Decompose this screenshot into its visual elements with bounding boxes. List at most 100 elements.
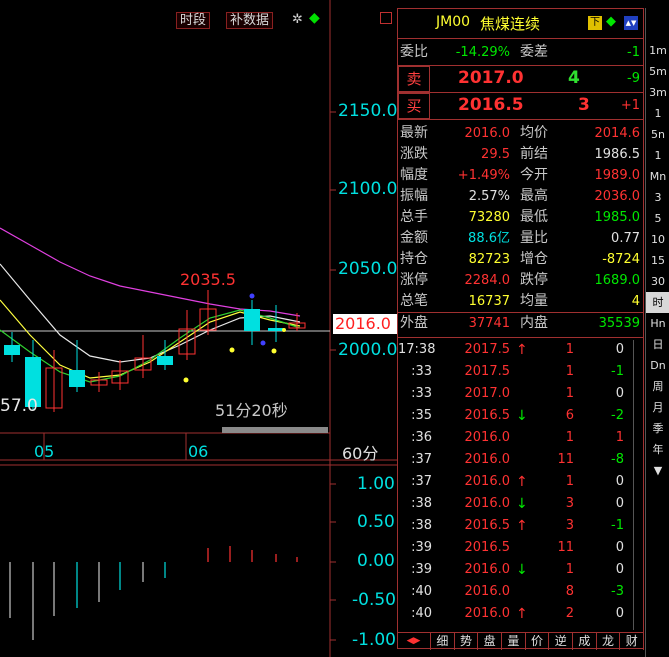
tick-row: :38 2016.5 ↑ 3 -1 [398, 515, 643, 537]
sidebar-period-item[interactable]: 1 [646, 103, 669, 124]
tick-time: :39 [411, 540, 432, 555]
countdown-label: 51分20秒 [215, 401, 288, 420]
sub-y-tick-neg1: -1.00 [352, 630, 396, 650]
contract-code: JM00 [436, 14, 471, 30]
up-arrow-icon: ↑ [516, 342, 528, 358]
waipan-row: 外盘 37741 内盘 35539 [398, 313, 643, 334]
stat-row: 涨跌 29.5 前结 1986.5 [398, 144, 643, 165]
tick-change: 1 [615, 430, 624, 445]
sidebar-period-item[interactable]: 1 [646, 145, 669, 166]
tick-change: -1 [611, 518, 624, 533]
stat-label: 总手 [400, 209, 428, 225]
weibi-row: 委比 -14.29% 委差 -1 [398, 42, 643, 63]
tick-change: -8 [611, 452, 624, 467]
tick-time: :40 [411, 606, 432, 621]
y-tick-2100: 2100.0 [338, 179, 398, 199]
stat-value: 2284.0 [464, 273, 511, 288]
sidebar-period-item[interactable]: 15 [646, 250, 669, 271]
sell-price: 2017.0 [458, 68, 524, 88]
sub-y-tick-1: 1.00 [357, 474, 395, 494]
stat-value: 16737 [468, 294, 510, 309]
stat-row: 幅度 +1.49% 今开 1989.0 [398, 165, 643, 186]
contract-name: 焦煤连续 [480, 15, 541, 33]
tick-row: :39 2016.5 11 0 [398, 537, 643, 559]
sidebar-period-item[interactable]: 月 [646, 397, 669, 418]
tick-scrollbar[interactable] [633, 340, 641, 630]
stat-value: 2016.0 [464, 126, 511, 141]
sidebar-period-item[interactable]: 季 [646, 418, 669, 439]
stat-row: 金额 88.6亿 量比 0.77 [398, 228, 643, 249]
sidebar-period-item[interactable]: 周 [646, 376, 669, 397]
y-tick-2050: 2050.0 [338, 259, 398, 279]
sidebar-period-item[interactable]: Hn [646, 313, 669, 334]
sidebar-period-item[interactable]: 3m [646, 82, 669, 103]
tick-change: 0 [615, 342, 624, 357]
stat-label: 总笔 [400, 293, 428, 309]
bottom-tab[interactable]: ◀▶ [397, 633, 431, 650]
sidebar-period-item[interactable]: 1m [646, 40, 669, 61]
stat-label: 最低 [520, 209, 548, 225]
bottom-tab[interactable]: 龙 [597, 633, 621, 650]
stat-row: 持仓 82723 增仓 -8724 [398, 249, 643, 270]
bottom-tab[interactable]: 量 [502, 633, 526, 650]
sidebar-period-item[interactable]: 30 [646, 271, 669, 292]
stat-label: 幅度 [400, 167, 428, 183]
bottom-tab[interactable]: 盘 [478, 633, 503, 650]
bottom-tab[interactable]: 成 [573, 633, 597, 650]
sell-change: -9 [627, 71, 640, 86]
sidebar-period-item[interactable]: 3 [646, 187, 669, 208]
bottom-tab[interactable]: 细 [431, 633, 455, 650]
tick-price: 2016.0 [464, 430, 511, 445]
tick-price: 2017.5 [464, 364, 511, 379]
buy-price: 2016.5 [458, 95, 524, 115]
bottom-tab[interactable]: 财 [620, 633, 645, 650]
sidebar-period-item[interactable]: 5 [646, 208, 669, 229]
diamond-icon[interactable]: ◆ [606, 14, 616, 29]
stat-label: 均价 [520, 125, 548, 141]
timeframe-label[interactable]: 60分 [342, 440, 378, 464]
sidebar-period-item[interactable]: 5n [646, 124, 669, 145]
stat-label: 涨停 [400, 272, 428, 288]
sort-icon[interactable]: ▲▼ [624, 16, 638, 30]
sidebar-period-item[interactable]: 时 [646, 292, 669, 313]
sidebar-period-item[interactable]: 5m [646, 61, 669, 82]
up-arrow-icon: ↑ [516, 474, 528, 490]
stat-label: 振幅 [400, 188, 428, 204]
bottom-tab[interactable]: 价 [526, 633, 550, 650]
y-tick-2150: 2150.0 [338, 101, 398, 121]
stat-value: 1985.0 [594, 210, 641, 225]
stat-label: 金额 [400, 230, 428, 246]
tick-volume: 3 [565, 496, 574, 511]
y-tick-2000: 2000.0 [338, 340, 398, 360]
sidebar-period-item[interactable]: Dn [646, 355, 669, 376]
sidebar-period-item[interactable]: Mn [646, 166, 669, 187]
tick-change: 0 [615, 496, 624, 511]
sidebar-period-item[interactable]: 年 [646, 439, 669, 460]
stat-value: 0.77 [611, 231, 640, 246]
bottom-tab[interactable]: 逆 [549, 633, 574, 650]
tick-time: :37 [411, 452, 432, 467]
down-icon[interactable]: 下 [588, 16, 602, 30]
tick-time: :38 [411, 496, 432, 511]
tick-row: :39 2016.0 ↓ 1 0 [398, 559, 643, 581]
buy-label: 买 [398, 93, 430, 119]
tick-time: :33 [411, 386, 432, 401]
tick-volume: 1 [565, 562, 574, 577]
bottom-tabs: ◀▶ 细势盘量价逆成龙财 [397, 632, 645, 650]
sidebar-period-item[interactable]: 日 [646, 334, 669, 355]
stat-label: 跌停 [520, 272, 548, 288]
tick-row: 17:38 2017.5 ↑ 1 0 [398, 339, 643, 361]
tick-change: 0 [615, 540, 624, 555]
sidebar-period-item[interactable]: ▼ [646, 460, 669, 481]
low-price-label: 57.0 [0, 396, 38, 416]
sidebar-period-item[interactable]: 10 [646, 229, 669, 250]
stat-value: 4 [631, 294, 640, 309]
bottom-tab[interactable]: 势 [455, 633, 479, 650]
sell-row: 卖 2017.0 4 -9 [398, 66, 643, 92]
stat-value: 1986.5 [594, 147, 641, 162]
stat-label: 均量 [520, 293, 548, 309]
tick-time: :35 [411, 408, 432, 423]
stat-value: 2014.6 [594, 126, 641, 141]
chart-panel[interactable]: 时段 补数据 ✲ ◆ 2150.0 2100.0 2050.0 2000.0 2… [0, 0, 397, 657]
tick-time: :38 [411, 518, 432, 533]
